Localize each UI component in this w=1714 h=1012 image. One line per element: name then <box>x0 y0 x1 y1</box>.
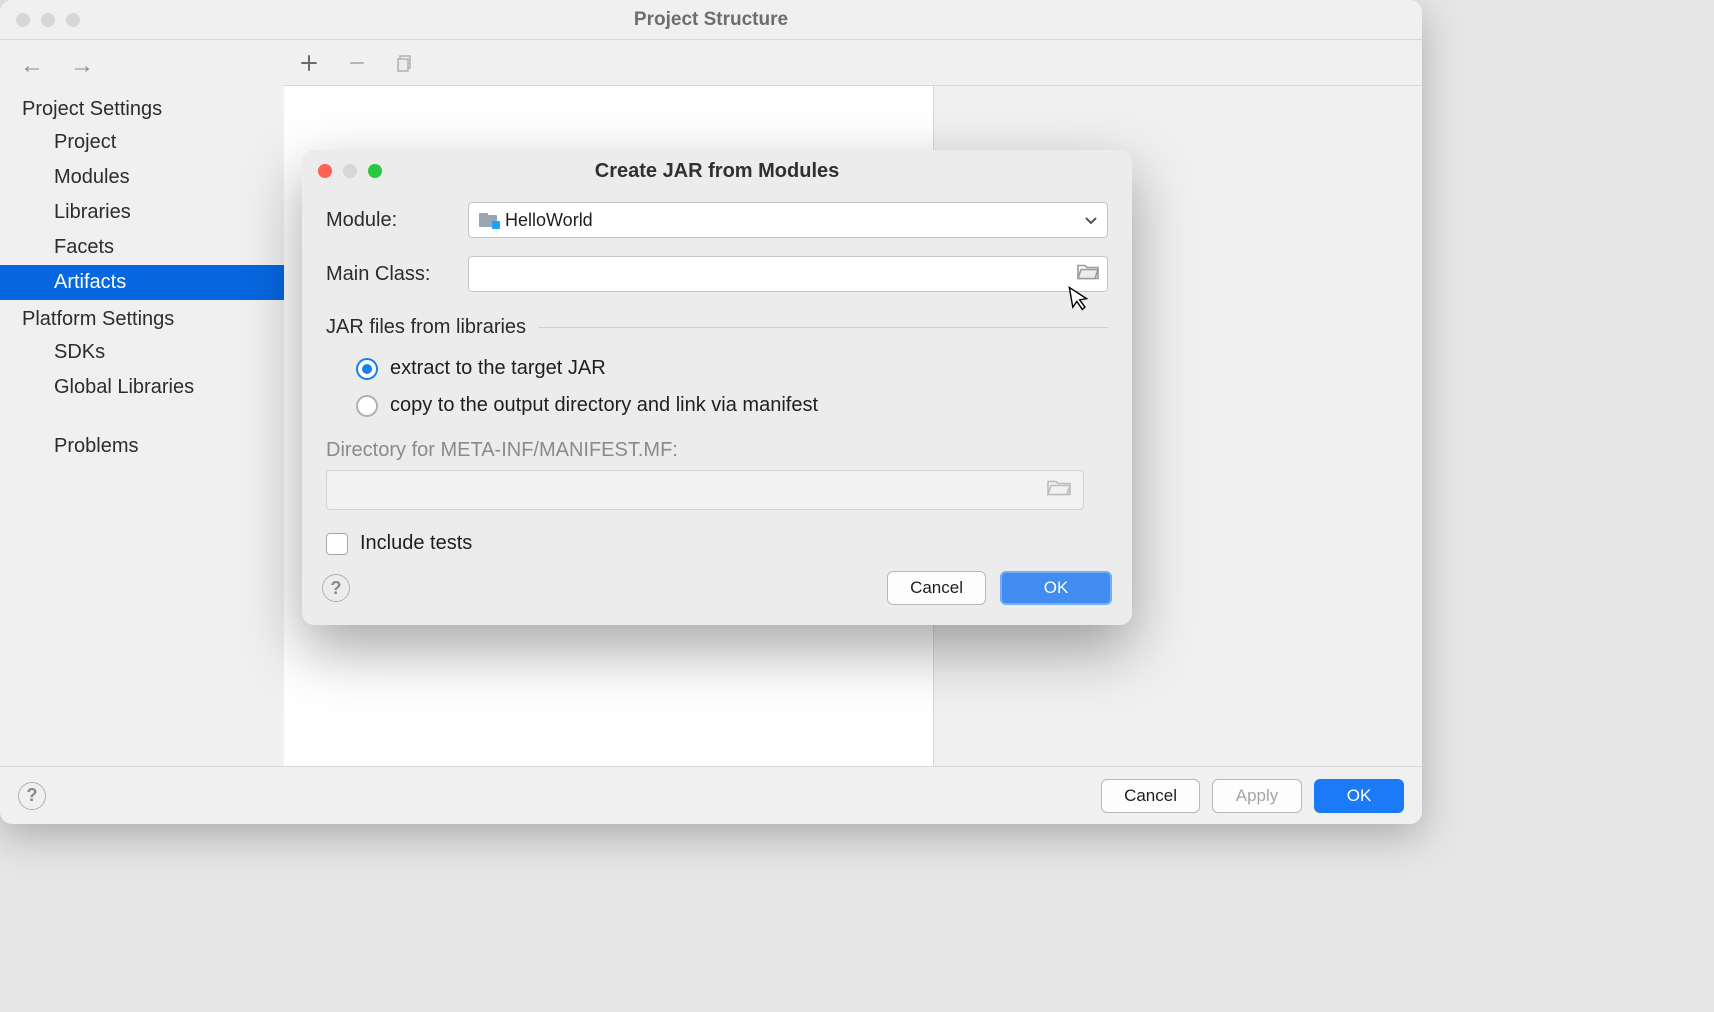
include-tests-checkbox[interactable]: Include tests <box>326 532 1108 555</box>
module-combobox[interactable]: HelloWorld <box>468 202 1108 238</box>
dialog-help-icon[interactable]: ? <box>322 574 350 602</box>
create-jar-dialog: Create JAR from Modules Module: HelloWor… <box>302 150 1132 625</box>
jar-libraries-radio-group: extract to the target JAR copy to the ou… <box>326 357 1108 417</box>
ok-button[interactable]: OK <box>1314 779 1404 813</box>
section-divider <box>538 327 1108 328</box>
dialog-title: Create JAR from Modules <box>302 160 1132 183</box>
radio-icon <box>356 358 378 380</box>
sidebar-item-facets[interactable]: Facets <box>0 230 284 265</box>
artifacts-toolbar <box>284 40 1422 86</box>
radio-icon <box>356 395 378 417</box>
traffic-lights <box>0 13 80 27</box>
sidebar-item-global-libraries[interactable]: Global Libraries <box>0 370 284 405</box>
sidebar-item-modules[interactable]: Modules <box>0 160 284 195</box>
include-tests-label: Include tests <box>360 532 472 555</box>
sidebar-item-project[interactable]: Project <box>0 125 284 160</box>
sidebar-heading-platform-settings: Platform Settings <box>0 300 284 335</box>
manifest-dir-field <box>326 470 1084 510</box>
copy-icon[interactable] <box>394 52 416 74</box>
dialog-footer: ? Cancel OK <box>302 563 1132 625</box>
sidebar-item-libraries[interactable]: Libraries <box>0 195 284 230</box>
module-label: Module: <box>326 209 464 232</box>
window-footer: ? Cancel Apply OK <box>0 766 1422 824</box>
manifest-dir-label: Directory for META-INF/MANIFEST.MF: <box>326 439 1108 462</box>
minimize-icon[interactable] <box>41 13 55 27</box>
window-title: Project Structure <box>0 9 1422 31</box>
jar-libraries-label: JAR files from libraries <box>326 316 526 339</box>
radio-copy[interactable]: copy to the output directory and link vi… <box>356 394 1108 417</box>
checkbox-icon <box>326 533 348 555</box>
module-folder-icon <box>479 213 497 227</box>
remove-icon[interactable] <box>346 52 368 74</box>
cancel-button[interactable]: Cancel <box>1101 779 1200 813</box>
sidebar-heading-project-settings: Project Settings <box>0 90 284 125</box>
browse-folder-icon <box>1047 479 1071 502</box>
sidebar: ← → Project Settings Project Modules Lib… <box>0 40 284 766</box>
radio-extract-label: extract to the target JAR <box>390 357 606 380</box>
nav-forward-icon[interactable]: → <box>70 54 94 78</box>
sidebar-item-sdks[interactable]: SDKs <box>0 335 284 370</box>
add-icon[interactable] <box>298 52 320 74</box>
browse-class-icon[interactable] <box>1077 263 1099 286</box>
radio-extract[interactable]: extract to the target JAR <box>356 357 1108 380</box>
window-titlebar: Project Structure <box>0 0 1422 40</box>
main-class-field[interactable] <box>468 256 1108 292</box>
nav-back-icon[interactable]: ← <box>20 54 44 78</box>
sidebar-item-problems[interactable]: Problems <box>0 429 284 464</box>
maximize-icon[interactable] <box>66 13 80 27</box>
sidebar-item-artifacts[interactable]: Artifacts <box>0 265 284 300</box>
close-icon[interactable] <box>16 13 30 27</box>
radio-copy-label: copy to the output directory and link vi… <box>390 394 818 417</box>
module-value: HelloWorld <box>505 210 593 231</box>
dialog-ok-button[interactable]: OK <box>1000 571 1112 605</box>
chevron-down-icon <box>1085 210 1097 231</box>
dialog-cancel-button[interactable]: Cancel <box>887 571 986 605</box>
apply-button[interactable]: Apply <box>1212 779 1302 813</box>
main-class-label: Main Class: <box>326 263 464 286</box>
help-icon[interactable]: ? <box>18 782 46 810</box>
dialog-titlebar: Create JAR from Modules <box>302 150 1132 192</box>
